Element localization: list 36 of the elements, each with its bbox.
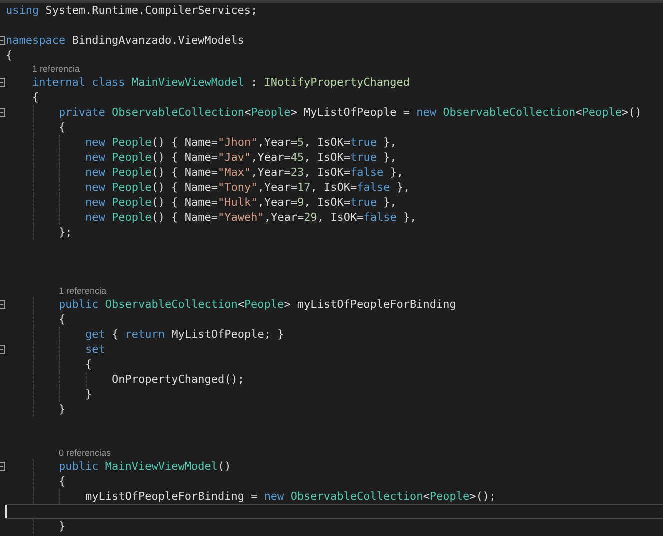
code-line: new People() { Name="Jhon",Year=5, IsOK=true }, (86, 135, 397, 150)
code-line: OnPropertyChanged(); (112, 372, 244, 387)
code-line: set (86, 342, 106, 357)
reference-count-link[interactable]: 0 referencias (58, 448, 111, 458)
reference-count-link[interactable]: 1 referencia (58, 286, 106, 296)
code-line: { (59, 120, 66, 135)
text-cursor (5, 505, 7, 518)
code-line: using System.Runtime.CompilerServices; (6, 3, 258, 18)
code-line: myListOfPeopleForBinding = new ObservableCollection<People>(); (86, 489, 496, 504)
code-line: namespace BindingAvanzado.ViewModels (6, 33, 244, 48)
collapse-icon[interactable] (0, 300, 6, 309)
code-line: { (32, 90, 40, 105)
code-line: { (86, 357, 92, 372)
code-line: }; (59, 225, 72, 240)
code-line: { (59, 474, 66, 489)
code-line: new People() { Name="Hulk",Year=9, IsOK=true }, (86, 195, 397, 210)
code-line: } (59, 519, 66, 534)
reference-count-link[interactable]: 1 referencia (32, 64, 80, 74)
code-line: new People() { Name="Max",Year=23, IsOK=false }, (86, 165, 404, 180)
code-line: new People() { Name="Tony",Year=17, IsOK=false }, (86, 180, 410, 195)
code-line: { (6, 48, 13, 63)
collapse-icon[interactable] (0, 36, 6, 45)
collapse-icon[interactable] (0, 108, 6, 117)
code-line: { (59, 312, 66, 327)
collapse-icon[interactable] (0, 345, 6, 354)
code-line: } (59, 402, 66, 417)
code-line: } (86, 387, 92, 402)
code-line: private ObservableCollection<People> MyListOfPeople = new ObservableCollection<People>() (59, 105, 642, 120)
code-line: internal class MainViewViewModel : INotifyPropertyChanged (32, 75, 410, 90)
code-line: public ObservableCollection<People> myListOfPeopleForBinding (59, 297, 456, 312)
code-line: new People() { Name="Yaweh",Year=29, IsOK=false }, (86, 210, 417, 225)
collapse-icon[interactable] (0, 462, 6, 471)
collapse-icon[interactable] (0, 78, 6, 87)
code-line: get { return MyListOfPeople; } (86, 327, 284, 342)
code-line: public MainViewViewModel() (59, 459, 232, 474)
code-line: new People() { Name="Jav",Year=45, IsOK=true }, (86, 150, 397, 165)
